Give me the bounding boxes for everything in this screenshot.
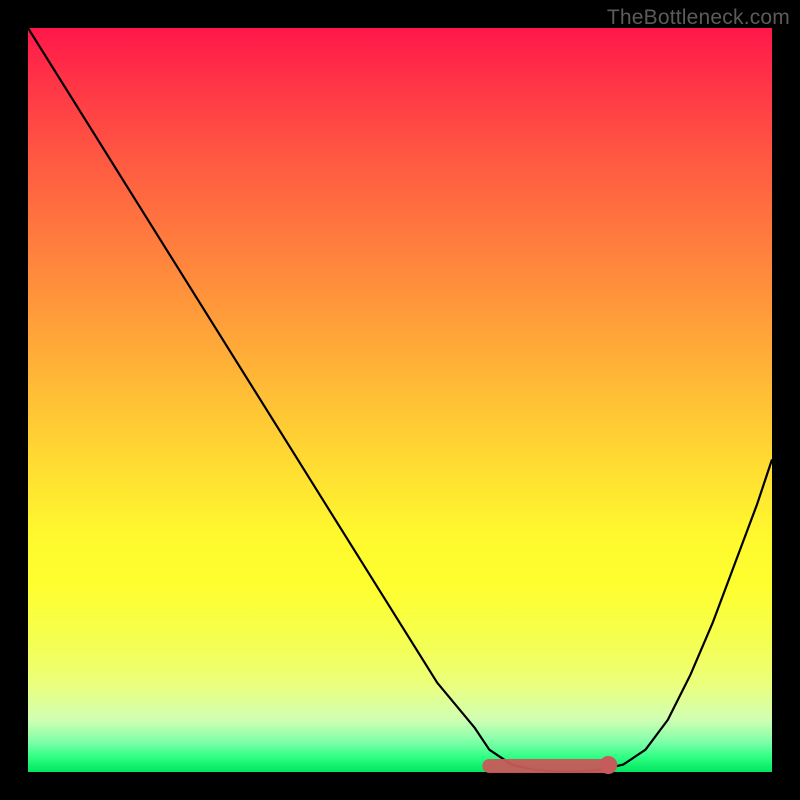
chart-svg <box>28 28 772 772</box>
plot-area <box>28 28 772 772</box>
optimal-point-dot <box>599 756 617 774</box>
chart-container: TheBottleneck.com <box>0 0 800 800</box>
bottleneck-curve <box>28 28 772 771</box>
watermark-text: TheBottleneck.com <box>607 6 790 30</box>
